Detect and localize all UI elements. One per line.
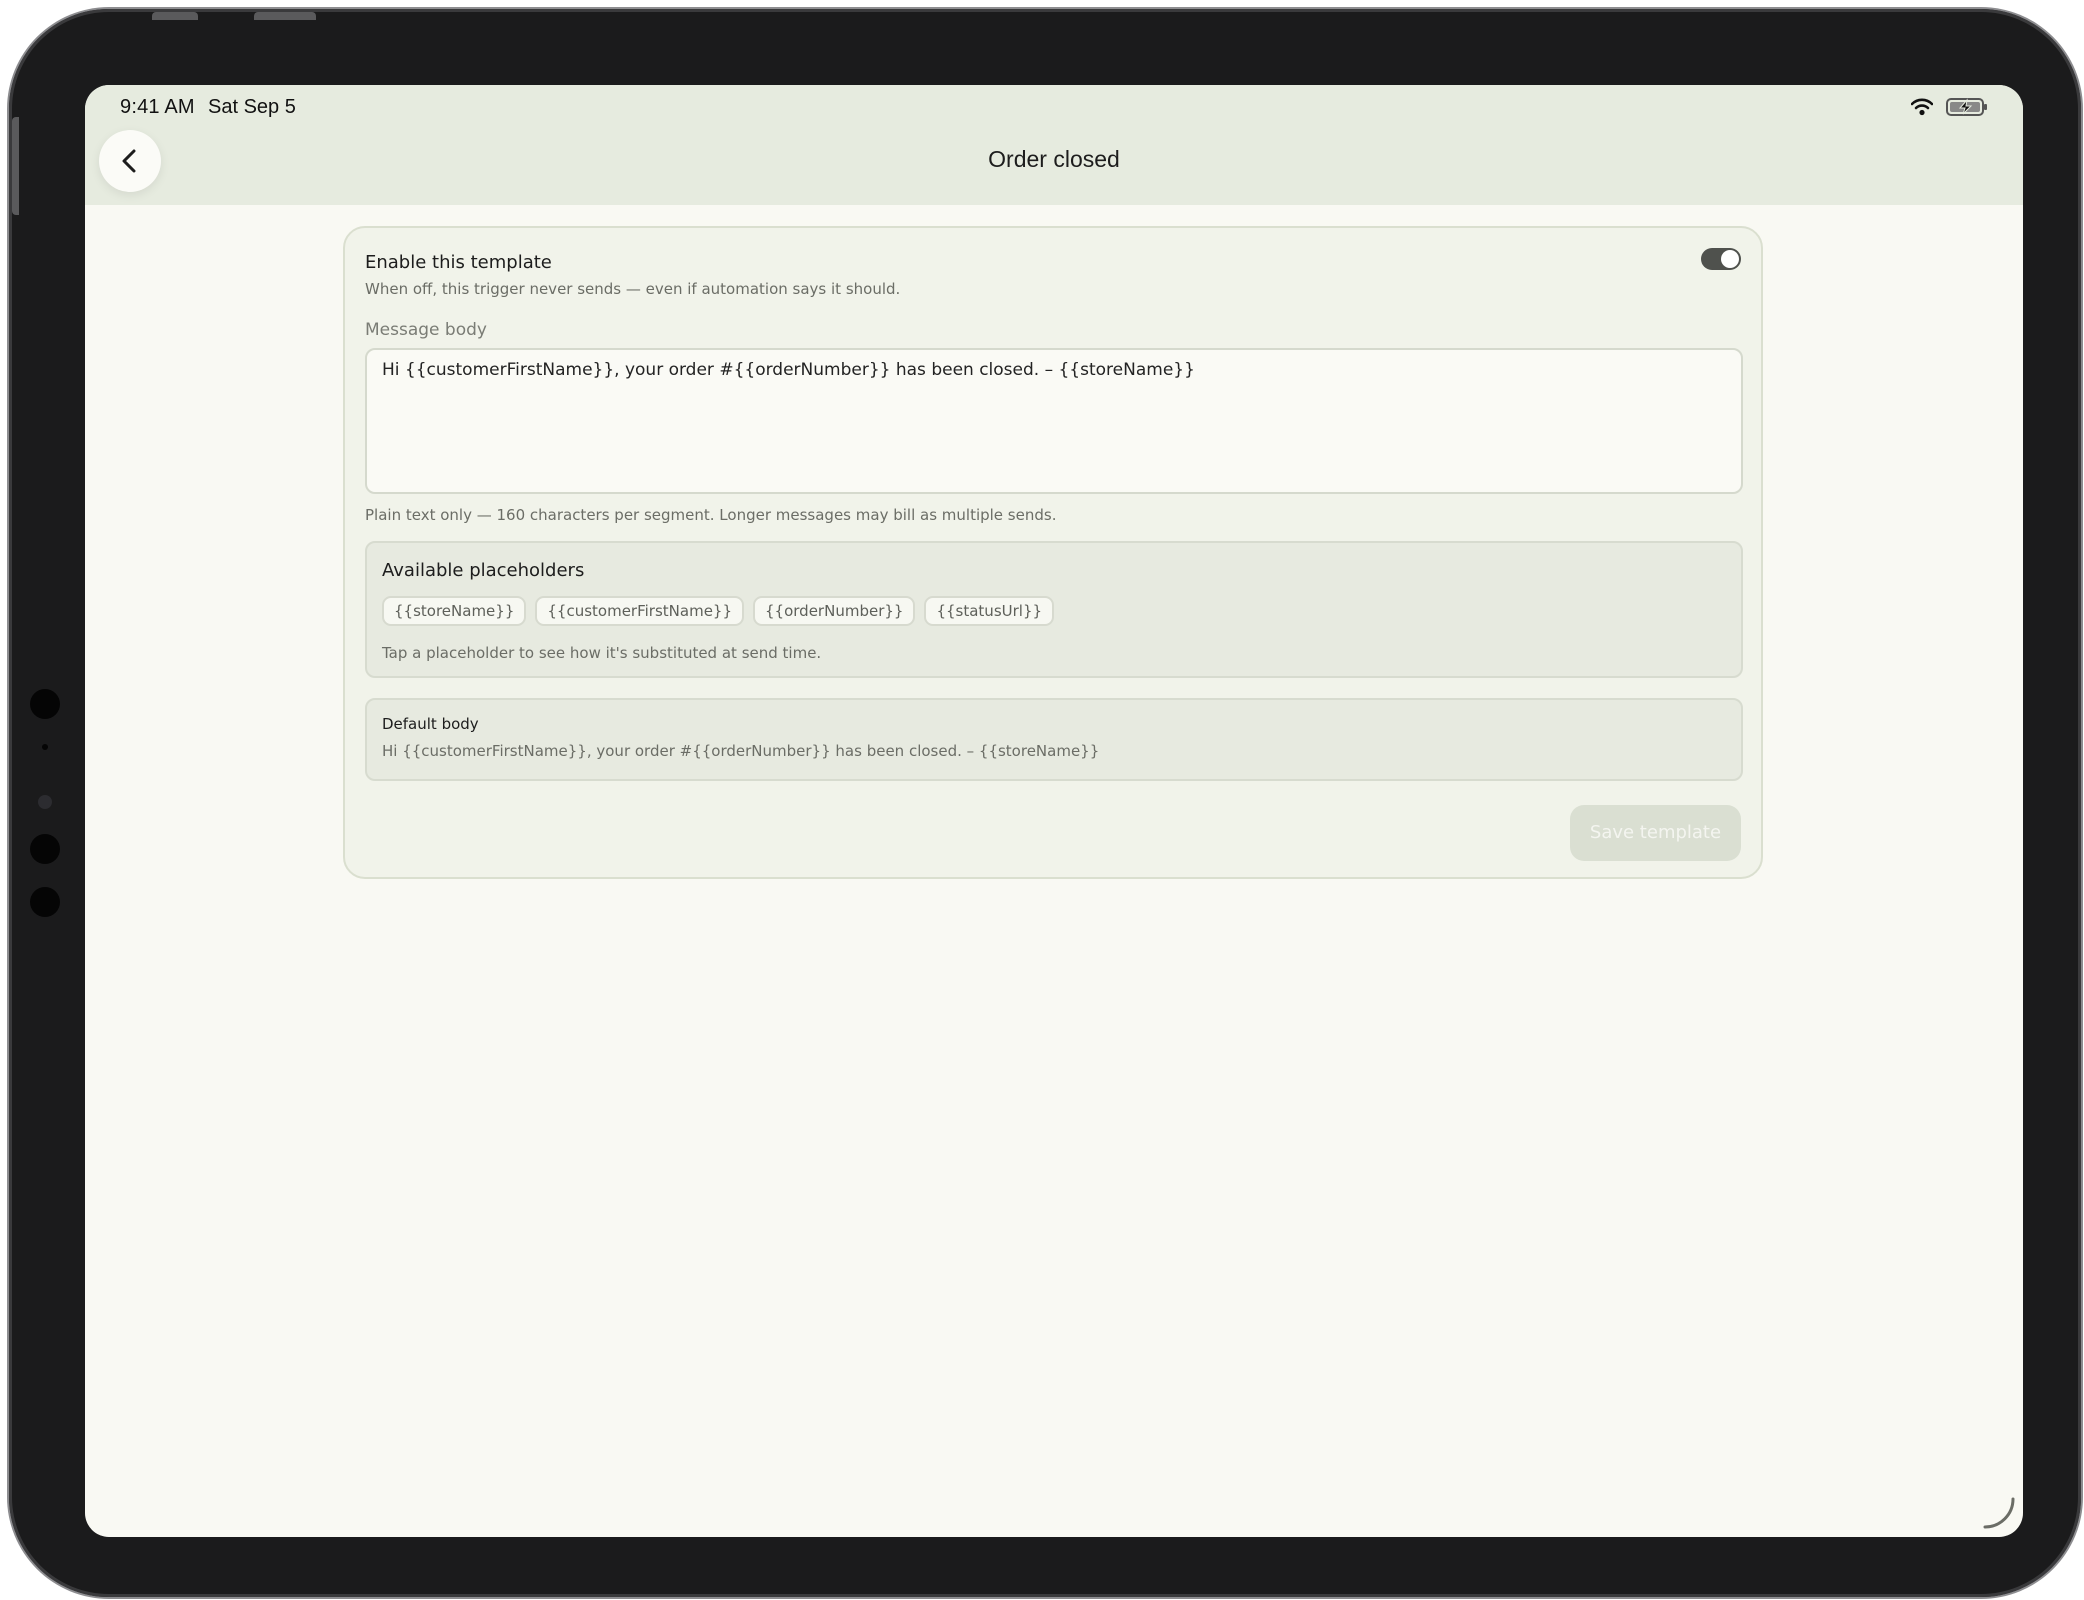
toggle-knob (1721, 250, 1739, 268)
sensor-dot (30, 887, 60, 917)
default-body-panel: Default body Hi {{customerFirstName}}, y… (365, 698, 1743, 781)
resize-corner-icon (1983, 1497, 2015, 1529)
placeholder-chip-order-number[interactable]: {{orderNumber}} (753, 596, 916, 626)
placeholders-panel: Available placeholders {{storeName}} {{c… (365, 541, 1743, 678)
placeholders-hint: Tap a placeholder to see how it's substi… (382, 644, 822, 662)
message-body-textarea[interactable]: Hi {{customerFirstName}}, your order #{{… (365, 348, 1743, 494)
tablet-frame: 9:41 AM Sat Sep 5 Order closed Enable th… (9, 9, 2081, 1597)
status-time: 9:41 AM (120, 96, 195, 118)
message-body-label: Message body (365, 320, 487, 340)
battery-charging-icon (1946, 98, 1987, 116)
front-camera (38, 795, 52, 809)
enable-template-toggle[interactable] (1701, 248, 1741, 270)
sensor-dot (30, 834, 60, 864)
volume-down-button (254, 12, 316, 20)
placeholder-chip-status-url[interactable]: {{statusUrl}} (924, 596, 1055, 626)
placeholders-title: Available placeholders (382, 560, 585, 581)
placeholder-chip-customer-first-name[interactable]: {{customerFirstName}} (535, 596, 745, 626)
default-body-title: Default body (382, 715, 479, 733)
status-date: Sat Sep 5 (208, 96, 296, 118)
power-button (12, 117, 19, 215)
message-body-hint: Plain text only — 160 characters per seg… (365, 506, 1057, 524)
template-card: Enable this template When off, this trig… (343, 226, 1763, 879)
screen: 9:41 AM Sat Sep 5 Order closed Enable th… (85, 85, 2023, 1537)
page-title: Order closed (988, 146, 1120, 172)
enable-template-description: When off, this trigger never sends — eve… (365, 280, 901, 298)
navigation-bar: 9:41 AM Sat Sep 5 Order closed (85, 85, 2023, 205)
sensor-dot (42, 744, 48, 750)
sensor-dot (30, 689, 60, 719)
default-body-text: Hi {{customerFirstName}}, your order #{{… (382, 742, 1100, 760)
placeholder-chip-store-name[interactable]: {{storeName}} (382, 596, 527, 626)
placeholder-chip-list: {{storeName}} {{customerFirstName}} {{or… (382, 596, 1055, 626)
volume-up-button (152, 12, 198, 20)
wifi-icon (1911, 98, 1933, 116)
enable-template-label: Enable this template (365, 252, 552, 273)
save-template-button[interactable]: Save template (1570, 805, 1741, 861)
